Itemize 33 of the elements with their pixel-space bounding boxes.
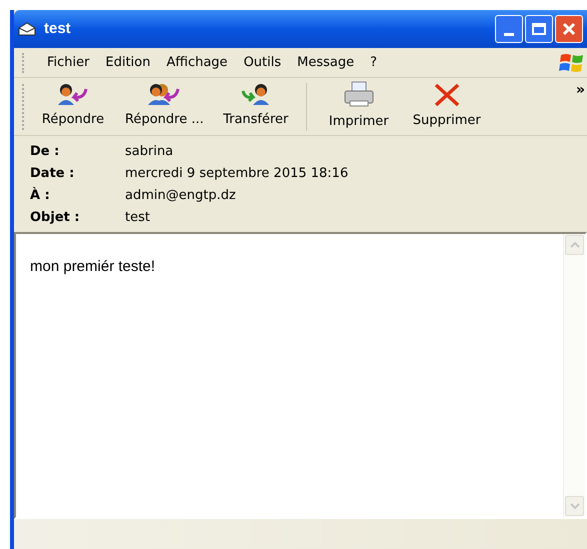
header-value: admin@engtp.dz: [125, 187, 237, 205]
toolbar-button[interactable]: Transférer: [214, 83, 298, 130]
people-arrow-icon: [146, 83, 182, 108]
scrollbar[interactable]: [563, 234, 585, 517]
chevron-up-icon: [570, 242, 580, 248]
message-text: mon premiér teste!: [29, 257, 156, 277]
close-button[interactable]: [555, 15, 583, 43]
header-label: De :: [30, 143, 60, 161]
menu-item[interactable]: ?: [362, 52, 386, 72]
header-value: sabrina: [125, 143, 174, 161]
menu-item[interactable]: Message: [289, 52, 362, 72]
header-label: Objet :: [30, 209, 81, 227]
menu-item[interactable]: Outils: [236, 52, 290, 72]
header-value: test: [125, 209, 151, 227]
toolbar-button[interactable]: Répondre: [31, 83, 115, 130]
toolbar-button[interactable]: Répondre ...: [119, 83, 210, 130]
window-title: test: [44, 18, 71, 39]
header-label: À :: [30, 186, 51, 205]
menu-item[interactable]: Edition: [98, 52, 158, 72]
printer-icon: [342, 81, 376, 110]
envelope-icon: [18, 22, 36, 36]
close-icon: [562, 22, 576, 36]
menu-item[interactable]: Affichage: [158, 52, 236, 72]
overflow-chevron[interactable]: »: [576, 80, 585, 101]
chevron-down-icon: [570, 503, 580, 509]
header-value: mercredi 9 septembre 2015 18:16: [125, 165, 350, 183]
menu-item[interactable]: Fichier: [39, 52, 98, 72]
toolbar-button[interactable]: Imprimer: [316, 81, 401, 132]
maximize-button[interactable]: [525, 15, 553, 43]
person-arrow-icon: [56, 83, 90, 108]
toolbar-button[interactable]: Supprimer: [404, 82, 489, 131]
header-label: Date :: [30, 165, 76, 183]
minimize-button[interactable]: [495, 15, 523, 43]
